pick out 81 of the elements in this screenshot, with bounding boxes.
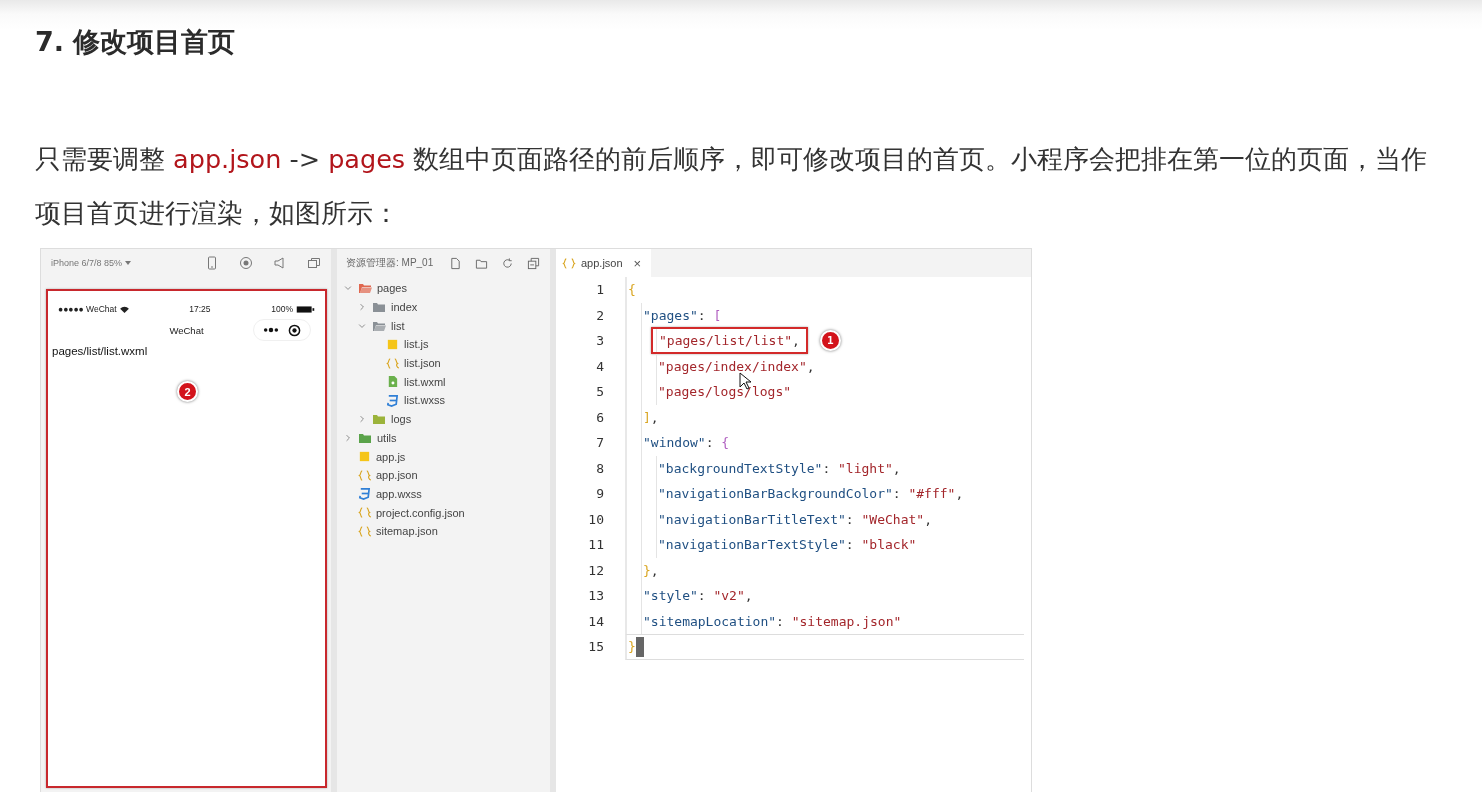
stylesheet-icon xyxy=(358,487,371,501)
braces-icon xyxy=(358,506,371,520)
line-number: 14 xyxy=(587,612,604,631)
code-line: "navigationBarTextStyle": "black" xyxy=(657,537,917,553)
js-file-icon xyxy=(386,337,399,351)
code-line: "pages/index/index", xyxy=(657,358,815,374)
tree-item[interactable]: index xyxy=(337,297,550,317)
tree-item[interactable]: pages xyxy=(337,279,550,298)
code-line: "pages": [ xyxy=(642,307,722,323)
refresh-icon[interactable] xyxy=(501,256,514,270)
line-number: 2 xyxy=(595,306,604,325)
js-file-icon xyxy=(358,450,371,464)
line-number: 9 xyxy=(595,485,604,503)
line-number: 3 xyxy=(595,332,604,350)
line-number: 8 xyxy=(595,459,604,478)
editor-tab[interactable]: app.json × xyxy=(556,249,652,277)
speaker-icon[interactable] xyxy=(273,256,287,270)
tree-item[interactable]: app.js xyxy=(337,447,550,466)
battery-icon xyxy=(296,305,315,313)
tree-item[interactable]: project.config.json xyxy=(337,503,550,522)
code-line: ], xyxy=(642,409,659,425)
stylesheet-icon xyxy=(386,393,399,407)
tree-item[interactable]: list xyxy=(337,316,550,336)
caret-icon[interactable] xyxy=(125,261,132,265)
page-text: pages/list/list.wxml xyxy=(51,344,149,359)
tree-item[interactable]: list.wxml xyxy=(337,372,550,392)
braces-icon xyxy=(358,468,371,482)
carrier-label: ●●●●● WeChat xyxy=(58,304,117,314)
code-line: }, xyxy=(642,562,659,578)
device-selector[interactable]: iPhone 6/7/8 85% xyxy=(51,258,123,268)
tree-item[interactable]: list.js xyxy=(337,335,550,354)
windows-icon[interactable] xyxy=(307,256,321,270)
line-number: 15 xyxy=(587,638,604,656)
code-line: "style": "v2", xyxy=(642,588,753,604)
phone-icon[interactable] xyxy=(205,256,219,270)
line-number: 1 xyxy=(595,281,604,299)
braces-icon xyxy=(386,356,399,370)
tree-item[interactable]: sitemap.json xyxy=(337,521,550,541)
code-line: "navigationBarBackgroundColor": "#fff", xyxy=(657,486,964,502)
callout-marker: 2 xyxy=(177,381,198,402)
tab-label: app.json xyxy=(581,257,623,269)
text-cursor xyxy=(635,636,644,657)
close-button[interactable]: × xyxy=(633,255,642,271)
tree-item[interactable]: logs xyxy=(337,409,550,429)
line-number: 6 xyxy=(595,408,604,427)
target-icon[interactable] xyxy=(287,323,301,337)
collapse-icon[interactable] xyxy=(527,256,540,270)
section-heading: 7. 修改项目首页 xyxy=(35,25,237,59)
tree-item[interactable]: list.json xyxy=(337,353,550,373)
line-number: 12 xyxy=(587,561,604,580)
code-line: { xyxy=(627,282,636,298)
line-number: 4 xyxy=(595,357,604,376)
code-line: "pages/logs/logs" xyxy=(657,384,792,400)
tree-item[interactable]: app.wxss xyxy=(337,484,550,504)
code-line: } xyxy=(627,639,636,655)
braces-icon xyxy=(358,524,371,538)
callout-marker: 1 xyxy=(819,330,841,352)
code-line: "window": { xyxy=(642,435,730,451)
tree-item[interactable]: app.json xyxy=(337,465,550,485)
battery-percent: 100% xyxy=(271,304,293,314)
more-icon[interactable] xyxy=(263,327,280,333)
highlighted-code: "pages/list/list", xyxy=(651,327,808,355)
code-line: "backgroundTextStyle": "light", xyxy=(657,460,901,476)
line-number: 5 xyxy=(595,383,604,401)
status-time: 17:25 xyxy=(189,304,211,314)
braces-icon xyxy=(562,257,576,269)
wifi-icon xyxy=(119,305,129,313)
code-line: "sitemapLocation": "sitemap.json" xyxy=(642,613,902,629)
record-icon[interactable] xyxy=(239,256,253,270)
nav-title: WeChat xyxy=(169,324,204,336)
line-number: 11 xyxy=(587,536,604,554)
line-number: 7 xyxy=(595,434,604,452)
line-number: 10 xyxy=(587,510,604,529)
document-icon xyxy=(386,375,399,389)
line-number: 13 xyxy=(587,587,604,605)
new-file-icon[interactable] xyxy=(449,256,462,270)
code-line: "navigationBarTitleText": "WeChat", xyxy=(657,511,932,527)
tree-item[interactable]: utils xyxy=(337,428,550,448)
explorer-title: 资源管理器: MP_01 xyxy=(346,256,434,270)
paragraph: 只需要调整 app.json -> pages 数组中页面路径的前后顺序，即可修改项目的首页。小程序会把排在第一位的页面，当作项目首页进行渲染，如图所示： xyxy=(35,143,1429,230)
tree-item[interactable]: list.wxss xyxy=(337,391,550,410)
